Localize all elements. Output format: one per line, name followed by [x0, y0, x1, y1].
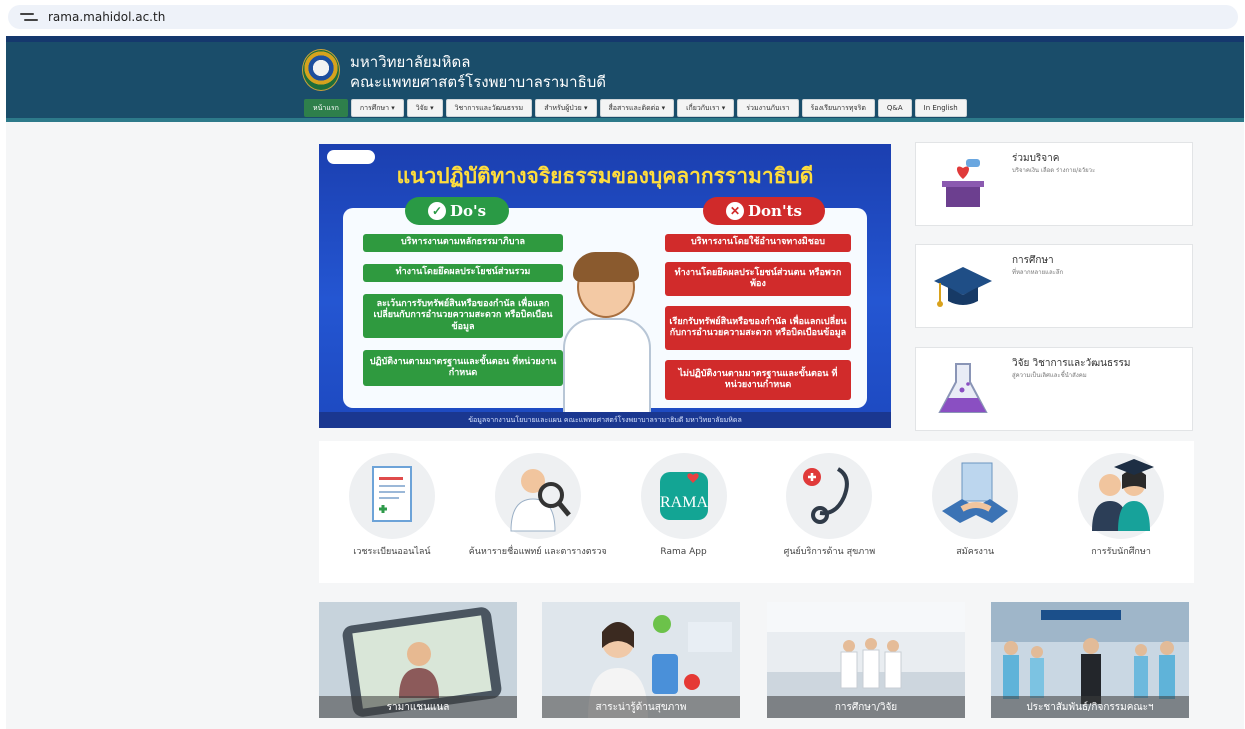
dont-item: บริหารงานโดยใช้อำนาจทางมิชอบ	[665, 234, 851, 252]
service-online-records[interactable]: เวชระเบียนออนไลน์	[319, 441, 465, 583]
research-card[interactable]: วิจัย วิชาการและวัฒนธรรม สู่ความเป็นเลิศ…	[915, 347, 1193, 431]
research-title: วิจัย วิชาการและวัฒนธรรม	[1012, 358, 1131, 369]
tile-rama-channel[interactable]: รามาแชนแนล	[319, 602, 517, 718]
rama-logo-text: RAMA	[660, 494, 708, 511]
check-icon: ✓	[427, 202, 446, 220]
dont-item: ทำงานโดยยึดผลประโยชน์ส่วนตน หรือพวกพ้อง	[665, 262, 851, 296]
dos-item: ละเว้นการรับทรัพย์สินหรือของกำนัล เพื่อแ…	[363, 294, 563, 338]
browser-address-bar: rama.mahidol.ac.th	[0, 0, 1245, 34]
doctor-illustration	[555, 252, 655, 418]
rama-app-icon: RAMA	[640, 453, 727, 539]
graduation-cap-icon	[934, 267, 992, 307]
service-rama-app[interactable]: RAMA Rama App	[611, 441, 757, 583]
services-row: เวชระเบียนออนไลน์ ค้นหารายชื่อแพทย์ และต…	[319, 441, 1194, 583]
nav-item-complaints[interactable]: ร้องเรียนการทุจริต	[801, 99, 875, 117]
dont-item: เรียกรับทรัพย์สินหรือของกำนัล เพื่อแลกเป…	[665, 306, 851, 350]
dos-label: Do's	[449, 202, 487, 220]
service-label: ค้นหารายชื่อแพทย์ และตารางตรวจ	[468, 547, 607, 557]
dos-item: ปฏิบัติงานตามมาตรฐานและขั้นตอน ที่หน่วยง…	[363, 350, 563, 386]
header-stripe	[6, 118, 1244, 122]
dos-item: ทำงานโดยยึดผลประโยชน์ส่วนรวม	[363, 264, 563, 282]
ethics-banner[interactable]: แนวปฏิบัติทางจริยธรรมของบุคลากรรามาธิบดี…	[319, 144, 891, 428]
service-health-center[interactable]: ศูนย์บริการด้าน สุขภาพ	[756, 441, 902, 583]
nav-item-education[interactable]: การศึกษา ▾	[350, 99, 404, 117]
tile-health-knowledge[interactable]: สาระน่ารู้ด้านสุขภาพ	[542, 602, 740, 718]
tile-caption: การศึกษา/วิจัย	[767, 696, 965, 718]
handshake-icon	[932, 453, 1019, 539]
nav-item-qa[interactable]: Q&A	[877, 99, 912, 117]
tile-caption: สาระน่ารู้ด้านสุขภาพ	[542, 696, 740, 718]
dos-item: บริหารงานตามหลักธรรมาภิบาล	[363, 234, 563, 252]
service-jobs[interactable]: สมัครงาน	[902, 441, 1048, 583]
site-settings-icon[interactable]	[20, 10, 38, 24]
service-label: การรับนักศึกษา	[1091, 547, 1151, 557]
url-text: rama.mahidol.ac.th	[48, 10, 166, 24]
banner-title: แนวปฏิบัติทางจริยธรรมของบุคลากรรามาธิบดี	[396, 164, 814, 188]
donate-subtitle: บริจาคเงิน เลือด ร่างกาย/อวัยวะ	[1012, 167, 1096, 174]
tile-education-research[interactable]: การศึกษา/วิจัย	[767, 602, 965, 718]
url-field[interactable]: rama.mahidol.ac.th	[8, 5, 1238, 29]
faculty-name[interactable]: คณะแพทยศาสตร์โรงพยาบาลรามาธิบดี	[350, 70, 606, 94]
education-subtitle: ที่หลากหลายและลึก	[1012, 269, 1064, 276]
tile-caption: ประชาสัมพันธ์/กิจกรรมคณะฯ	[991, 696, 1189, 718]
research-subtitle: สู่ความเป็นเลิศและชี้นำสังคม	[1012, 372, 1087, 379]
donts-label: Don'ts	[748, 202, 802, 220]
service-label: Rama App	[660, 547, 707, 557]
stethoscope-icon	[786, 453, 873, 539]
donts-badge: ✕ Don'ts	[703, 197, 825, 225]
x-icon: ✕	[726, 202, 745, 220]
donate-title: ร่วมบริจาค	[1012, 153, 1060, 164]
doctor-search-icon	[494, 453, 581, 539]
service-label: ศูนย์บริการด้าน สุขภาพ	[783, 547, 876, 557]
education-title: การศึกษา	[1012, 255, 1054, 266]
nav-item-home[interactable]: หน้าแรก	[304, 99, 348, 117]
nav-item-english[interactable]: In English	[914, 99, 967, 117]
nav-item-careers[interactable]: ร่วมงานกับเรา	[737, 99, 799, 117]
university-seal-logo[interactable]	[302, 49, 340, 91]
nav-item-research[interactable]: วิจัย ▾	[406, 99, 443, 117]
web-page: มหาวิทยาลัยมหิดล คณะแพทยศาสตร์โรงพยาบาลร…	[6, 36, 1244, 729]
dos-badge: ✓ Do's	[405, 197, 509, 225]
nav-item-about[interactable]: เกี่ยวกับเรา ▾	[677, 99, 735, 117]
site-header: มหาวิทยาลัยมหิดล คณะแพทยศาสตร์โรงพยาบาลร…	[6, 36, 1244, 122]
service-label: เวชระเบียนออนไลน์	[353, 547, 431, 557]
tile-public-relations[interactable]: ประชาสัมพันธ์/กิจกรรมคณะฯ	[991, 602, 1189, 718]
banner-footer: ข้อมูลจากงานนโยบายและแผน คณะแพทยศาสตร์โร…	[319, 412, 891, 428]
service-admissions[interactable]: การรับนักศึกษา	[1048, 441, 1194, 583]
medical-record-icon	[348, 453, 435, 539]
nav-item-academic-culture[interactable]: วิชาการและวัฒนธรรม	[445, 99, 533, 117]
nav-item-patients[interactable]: สำหรับผู้ป่วย ▾	[535, 99, 597, 117]
tile-caption: รามาแชนแนล	[319, 696, 517, 718]
education-card[interactable]: การศึกษา ที่หลากหลายและลึก	[915, 244, 1193, 328]
nav-item-contact[interactable]: สื่อสารและติดต่อ ▾	[599, 99, 675, 117]
students-icon	[1078, 453, 1165, 539]
service-find-doctor[interactable]: ค้นหารายชื่อแพทย์ และตารางตรวจ	[465, 441, 611, 583]
flask-icon	[938, 363, 988, 413]
main-nav: หน้าแรก การศึกษา ▾ วิจัย ▾ วิชาการและวัฒ…	[304, 99, 967, 117]
donation-box-icon	[942, 159, 984, 207]
donate-card[interactable]: ร่วมบริจาค บริจาคเงิน เลือด ร่างกาย/อวัย…	[915, 142, 1193, 226]
service-label: สมัครงาน	[956, 547, 995, 557]
dont-item: ไม่ปฏิบัติงานตามมาตรฐานและขั้นตอน ที่หน่…	[665, 360, 851, 400]
